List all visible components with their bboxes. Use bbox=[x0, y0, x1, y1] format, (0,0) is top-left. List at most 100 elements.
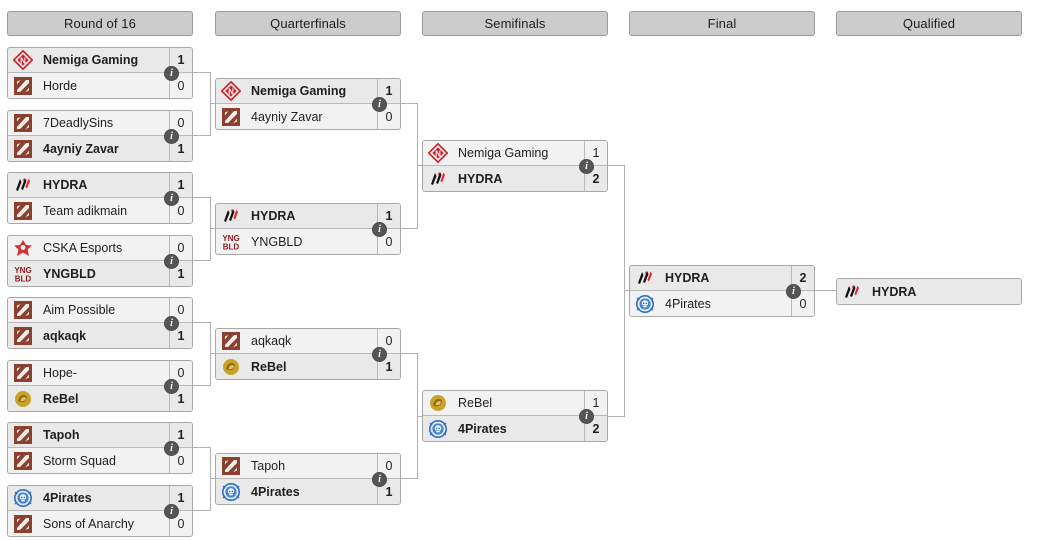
match-info-icon[interactable]: i bbox=[164, 66, 179, 81]
match-sf-1[interactable]: N Nemiga Gaming 1 HYDRA 2 i bbox=[422, 140, 608, 192]
team-logo-hydra bbox=[12, 174, 34, 196]
match-info-icon[interactable]: i bbox=[372, 222, 387, 237]
match-r16-7[interactable]: Tapoh 1 Storm Squad 0 i bbox=[7, 422, 193, 474]
match-r16-2[interactable]: 7DeadlySins 0 4ayniy Zavar 1 i bbox=[7, 110, 193, 162]
match-info-icon[interactable]: i bbox=[164, 316, 179, 331]
team-logo-nemiga: N bbox=[220, 80, 242, 102]
team-logo-dota bbox=[220, 455, 242, 477]
match-info-icon[interactable]: i bbox=[164, 254, 179, 269]
match-qf-3[interactable]: aqkaqk 0 ReBel 1 i bbox=[215, 328, 401, 380]
team-logo-dota bbox=[12, 362, 34, 384]
connector bbox=[814, 290, 837, 291]
match-r16-1[interactable]: N Nemiga Gaming 1 Horde 0 i bbox=[7, 47, 193, 99]
round-header-qualified: Qualified bbox=[836, 11, 1022, 36]
match-info-icon[interactable]: i bbox=[579, 159, 594, 174]
round-header-final: Final bbox=[629, 11, 815, 36]
team-name: aqkaqk bbox=[251, 334, 292, 348]
match-qf-1[interactable]: N Nemiga Gaming 1 4ayniy Zavar 0 i bbox=[215, 78, 401, 130]
team-name: CSKA Esports bbox=[43, 241, 123, 255]
svg-text:N: N bbox=[435, 150, 441, 159]
match-info-icon[interactable]: i bbox=[786, 284, 801, 299]
connector bbox=[210, 72, 211, 136]
svg-text:N: N bbox=[228, 88, 234, 97]
round-header-label: Semifinals bbox=[484, 16, 546, 31]
match-info-icon[interactable]: i bbox=[372, 472, 387, 487]
team-logo-dota bbox=[12, 75, 34, 97]
team-name: Tapoh bbox=[251, 459, 286, 473]
match-qf-2[interactable]: HYDRA 1 YNG BLD YNGBLD 0 i bbox=[215, 203, 401, 255]
team-name: Nemiga Gaming bbox=[251, 84, 347, 98]
match-qf-4[interactable]: Tapoh 0 4Pirates 1 i bbox=[215, 453, 401, 505]
round-header-label: Quarterfinals bbox=[270, 16, 346, 31]
team-logo-yngbld: YNG BLD bbox=[12, 263, 34, 285]
team-name: 4Pirates bbox=[43, 491, 92, 505]
team-logo-4pirates bbox=[634, 293, 656, 315]
team-logo-dota bbox=[12, 450, 34, 472]
match-r16-8[interactable]: 4Pirates 1 Sons of Anarchy 0 i bbox=[7, 485, 193, 537]
qualified-entry[interactable]: HYDRA bbox=[836, 278, 1022, 305]
match-info-icon[interactable]: i bbox=[164, 441, 179, 456]
round-header-label: Qualified bbox=[902, 16, 956, 31]
match-info-icon[interactable]: i bbox=[579, 409, 594, 424]
team-name: Aim Possible bbox=[43, 303, 116, 317]
connector bbox=[192, 510, 210, 511]
team-name: Hope- bbox=[43, 366, 78, 380]
team-name: aqkaqk bbox=[43, 328, 87, 343]
team-logo-4pirates bbox=[427, 418, 449, 440]
match-r16-5[interactable]: Aim Possible 0 aqkaqk 1 i bbox=[7, 297, 193, 349]
team-name: Horde bbox=[43, 78, 78, 93]
team-name: Team adikmain bbox=[43, 203, 128, 218]
team-logo-hydra bbox=[220, 205, 242, 227]
match-final[interactable]: HYDRA 2 4Pirates 0 i bbox=[629, 265, 815, 317]
match-r16-6[interactable]: Hope- 0 ReBel 1 i bbox=[7, 360, 193, 412]
team-name: Nemiga Gaming bbox=[458, 146, 549, 160]
team-logo-dota bbox=[12, 299, 34, 321]
match-info-icon[interactable]: i bbox=[372, 347, 387, 362]
team-logo-4pirates bbox=[12, 487, 34, 509]
team-name: HYDRA bbox=[251, 209, 296, 223]
team-logo-yngbld: YNG BLD bbox=[220, 231, 242, 253]
match-info-icon[interactable]: i bbox=[372, 97, 387, 112]
round-header-semifinals: Semifinals bbox=[422, 11, 608, 36]
connector bbox=[210, 322, 211, 386]
team-name: YNGBLD bbox=[251, 234, 303, 249]
connector bbox=[624, 165, 625, 417]
svg-text:N: N bbox=[20, 57, 26, 66]
team-name: 4Pirates bbox=[458, 421, 507, 436]
team-logo-hydra bbox=[427, 168, 449, 190]
match-info-icon[interactable]: i bbox=[164, 191, 179, 206]
team-name: 4Pirates bbox=[251, 484, 300, 499]
match-info-icon[interactable]: i bbox=[164, 129, 179, 144]
round-header-round-of-16: Round of 16 bbox=[7, 11, 193, 36]
team-logo-nemiga: N bbox=[427, 142, 449, 164]
team-logo-rebel bbox=[427, 392, 449, 414]
team-name: HYDRA bbox=[872, 284, 917, 299]
connector bbox=[400, 353, 418, 354]
team-logo-hydra bbox=[634, 267, 656, 289]
connector bbox=[400, 478, 418, 479]
team-logo-nemiga: N bbox=[12, 49, 34, 71]
match-info-icon[interactable]: i bbox=[164, 504, 179, 519]
qualified-row[interactable]: HYDRA bbox=[837, 279, 1021, 304]
team-name: Nemiga Gaming bbox=[43, 53, 139, 67]
match-r16-4[interactable]: CSKA Esports 0 YNG BLD YNGBLD 1 i bbox=[7, 235, 193, 287]
connector bbox=[607, 416, 625, 417]
team-logo-dota bbox=[12, 325, 34, 347]
svg-text:BLD: BLD bbox=[15, 274, 32, 283]
connector bbox=[192, 260, 210, 261]
match-r16-3[interactable]: HYDRA 1 Team adikmain 0 i bbox=[7, 172, 193, 224]
connector bbox=[192, 135, 210, 136]
team-name: Sons of Anarchy bbox=[43, 516, 135, 531]
team-logo-hydra bbox=[841, 281, 863, 303]
match-sf-2[interactable]: ReBel 1 4Pirates 2 i bbox=[422, 390, 608, 442]
round-header-label: Round of 16 bbox=[64, 16, 136, 31]
connector bbox=[210, 447, 211, 511]
svg-text:BLD: BLD bbox=[223, 242, 240, 251]
team-name: ReBel bbox=[251, 359, 287, 374]
team-name: ReBel bbox=[458, 396, 493, 410]
team-logo-dota bbox=[220, 330, 242, 352]
team-name: ReBel bbox=[43, 391, 79, 406]
connector bbox=[210, 197, 211, 261]
match-info-icon[interactable]: i bbox=[164, 379, 179, 394]
team-logo-dota bbox=[12, 513, 34, 535]
